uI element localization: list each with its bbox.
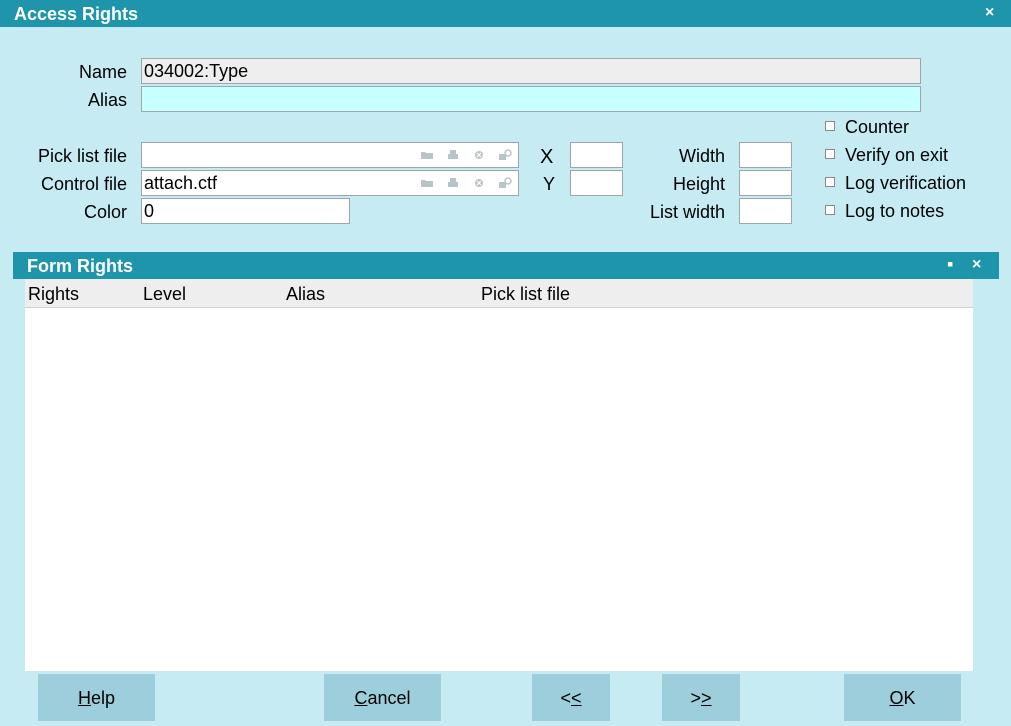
verify-checkbox[interactable] [825, 149, 835, 159]
next-label: > [690, 688, 701, 708]
column-header-rights[interactable]: Rights [28, 284, 79, 305]
name-label: Name [78, 62, 127, 82]
cancel-label: ancel [367, 688, 411, 708]
y-label: Y [543, 174, 556, 194]
height-label: Height [672, 174, 725, 194]
alias-field[interactable] [141, 86, 921, 112]
close-icon[interactable]: × [985, 4, 994, 22]
help-button[interactable]: Help [38, 674, 155, 721]
form-rights-bar: Form Rights ▪ × [13, 252, 999, 279]
help-label: elp [90, 688, 116, 708]
folder-icon[interactable] [420, 177, 434, 189]
next-mnemonic: > [701, 688, 712, 708]
clear-icon[interactable] [472, 149, 486, 161]
width-label: Width [678, 146, 725, 166]
printer-icon[interactable] [446, 177, 460, 189]
y-field[interactable] [570, 170, 623, 196]
counter-checkbox[interactable] [825, 121, 835, 131]
color-label: Color [83, 202, 127, 222]
listwidth-label: List width [649, 202, 725, 222]
x-label: X [540, 146, 554, 168]
picklist-label: Pick list file [37, 146, 127, 166]
folder-icon[interactable] [420, 149, 434, 161]
form-rights-title: Form Rights [27, 256, 133, 276]
name-field[interactable]: 034002:Type [141, 58, 921, 84]
maximize-icon[interactable]: ▪ [947, 254, 953, 275]
control-label: Control file [40, 174, 127, 194]
color-field[interactable]: 0 [141, 198, 350, 224]
next-button[interactable]: >> [662, 674, 740, 721]
width-field[interactable] [739, 142, 792, 168]
window-title: Access Rights [14, 4, 139, 24]
close-icon[interactable]: × [972, 256, 981, 274]
counter-label: Counter [845, 117, 910, 137]
x-field[interactable] [570, 142, 623, 168]
height-field[interactable] [739, 170, 792, 196]
clear-icon[interactable] [472, 177, 486, 189]
cancel-button[interactable]: Cancel [324, 674, 441, 721]
log-verification-checkbox[interactable] [825, 177, 835, 187]
column-header-alias[interactable]: Alias [286, 284, 325, 305]
cancel-mnemonic: C [354, 688, 368, 708]
verify-label: Verify on exit [845, 145, 949, 165]
ok-label: K [903, 688, 916, 708]
form-rights-table-body[interactable] [25, 308, 973, 671]
title-bar: Access Rights × [0, 0, 1011, 27]
ok-button[interactable]: OK [844, 674, 961, 721]
ok-mnemonic: O [889, 688, 904, 708]
column-header-level[interactable]: Level [143, 284, 186, 305]
log-verification-label: Log verification [845, 173, 967, 193]
listwidth-field[interactable] [739, 198, 792, 224]
alias-label: Alias [87, 90, 127, 110]
previous-label: < [560, 688, 571, 708]
printer-icon[interactable] [446, 149, 460, 161]
log-notes-checkbox[interactable] [825, 205, 835, 215]
picklist-field[interactable] [141, 142, 519, 168]
help-mnemonic: H [77, 688, 91, 708]
log-notes-label: Log to notes [845, 201, 945, 221]
previous-mnemonic: < [571, 688, 582, 708]
previous-button[interactable]: << [532, 674, 610, 721]
control-value: attach.ctf [144, 173, 218, 193]
lock-search-icon[interactable] [498, 149, 512, 161]
lock-search-icon[interactable] [498, 177, 512, 189]
column-header-picklist[interactable]: Pick list file [481, 284, 570, 305]
form-rights-header: Rights Level Alias Pick list file [25, 279, 973, 308]
control-field[interactable]: attach.ctf [141, 170, 519, 196]
